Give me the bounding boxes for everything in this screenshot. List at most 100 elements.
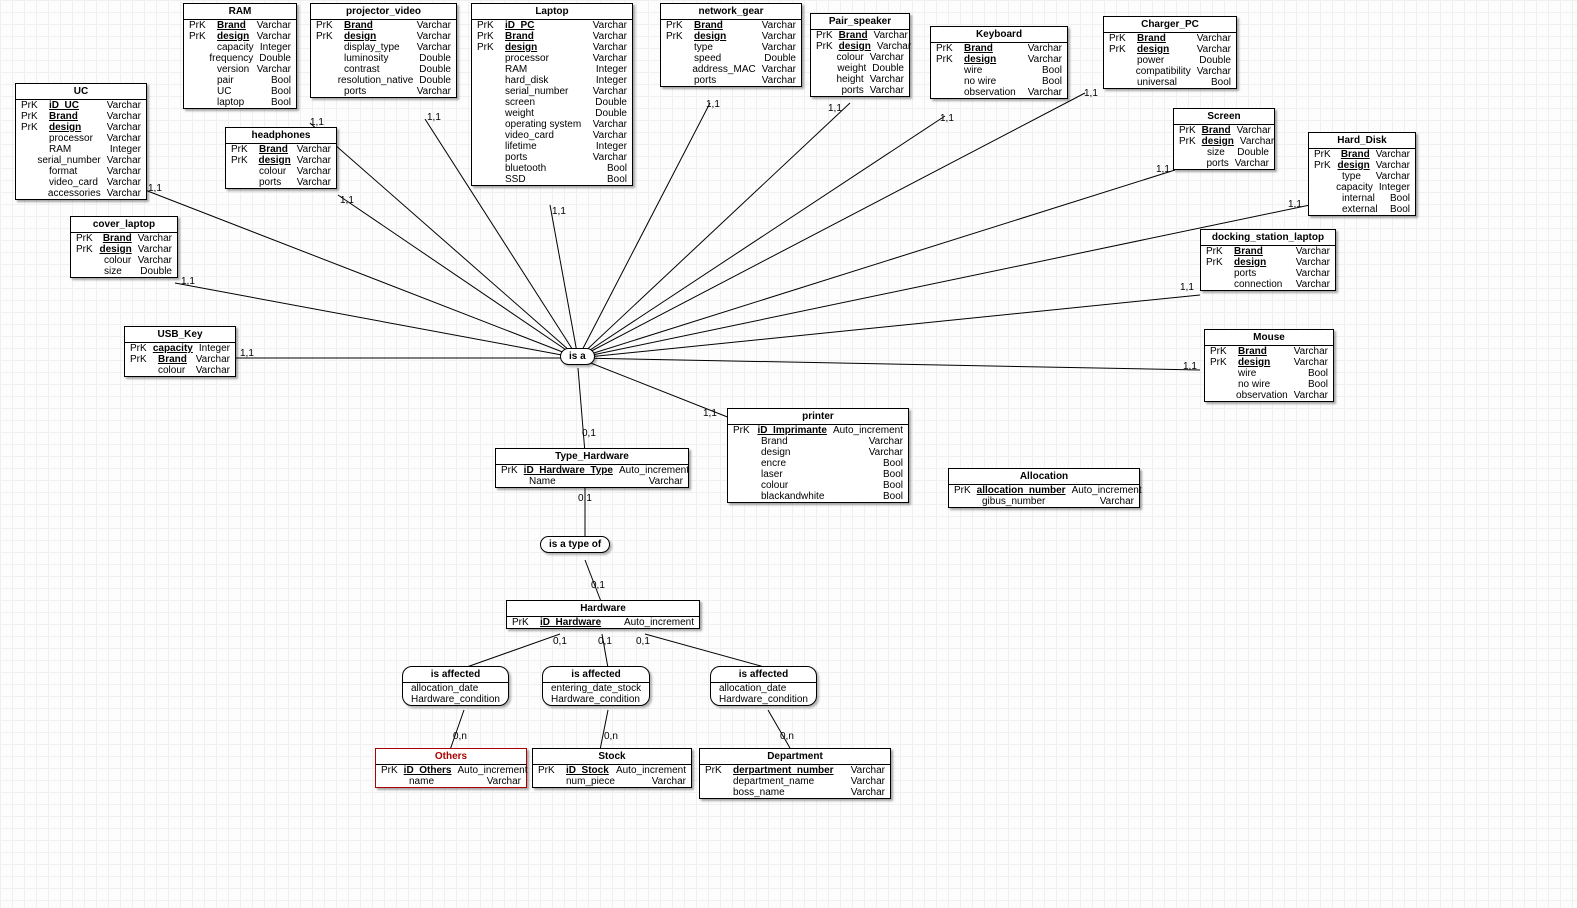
- entity-hardware[interactable]: HardwarePrKiD_HardwareAuto_increment: [506, 600, 700, 629]
- entity-allocation[interactable]: AllocationPrKallocation_numberAuto_incre…: [948, 468, 1140, 508]
- attribute-row: sizeDouble: [71, 266, 177, 277]
- entity-mouse[interactable]: MousePrKBrandVarcharPrKdesignVarcharwire…: [1204, 329, 1334, 402]
- attribute-row: PrKallocation_numberAuto_increment: [949, 485, 1139, 496]
- attribute-row: PrKdesignVarchar: [1205, 357, 1333, 368]
- attribute-row: wireBool: [931, 65, 1067, 76]
- entity-laptop[interactable]: LaptopPrKiD_PCVarcharPrKBrandVarcharPrKd…: [471, 3, 633, 186]
- entity-title: network_gear: [661, 4, 801, 20]
- entity-title: Laptop: [472, 4, 632, 20]
- attribute-row: formatVarchar: [16, 166, 146, 177]
- entity-type-hardware[interactable]: Type_HardwarePrKiD_Hardware_TypeAuto_inc…: [495, 448, 689, 488]
- attribute-row: PrKBrandVarchar: [661, 20, 801, 31]
- entity-title: Stock: [533, 749, 691, 765]
- attribute-row: PrKdesignVarchar: [16, 122, 146, 133]
- relation-is-affected-others[interactable]: is affected allocation_date Hardware_con…: [402, 666, 509, 706]
- card-hw-a2: 0,1: [598, 636, 612, 647]
- attribute-row: SSDBool: [472, 174, 632, 185]
- attribute-row: speedDouble: [661, 53, 801, 64]
- card-screen: 1,1: [1156, 164, 1170, 175]
- attribute-row: compatibilityVarchar: [1104, 66, 1236, 77]
- entity-uc[interactable]: UCPrKiD_UCVarcharPrKBrandVarcharPrKdesig…: [15, 83, 147, 200]
- entity-projector-video[interactable]: projector_videoPrKBrandVarcharPrKdesignV…: [310, 3, 457, 98]
- attribute-row: PrKiD_PCVarchar: [472, 20, 632, 31]
- attribute-row: blackandwhiteBool: [728, 491, 908, 502]
- card-headphones: 1,1: [340, 195, 354, 206]
- attribute-row: capacityInteger: [184, 42, 296, 53]
- attribute-row: nameVarchar: [376, 776, 526, 787]
- attribute-row: versionVarchar: [184, 64, 296, 75]
- relation-is-affected-stock[interactable]: is affected entering_date_stock Hardware…: [542, 666, 650, 706]
- attribute-row: lifetimeInteger: [472, 141, 632, 152]
- attribute-row: laserBool: [728, 469, 908, 480]
- entity-cover-laptop[interactable]: cover_laptopPrKBrandVarcharPrKdesignVarc…: [70, 216, 178, 278]
- entity-department[interactable]: DepartmentPrKderpartment_numberVarcharde…: [699, 748, 891, 799]
- attribute-row: portsVarchar: [1174, 158, 1274, 169]
- card-ram: 1,1: [310, 117, 324, 128]
- attribute-row: PrKiD_Hardware_TypeAuto_increment: [496, 465, 688, 476]
- attribute-row: no wireBool: [931, 76, 1067, 87]
- attribute-row: observationVarchar: [931, 87, 1067, 98]
- attribute-row: portsVarchar: [472, 152, 632, 163]
- relation-is-affected-department[interactable]: is affected allocation_date Hardware_con…: [710, 666, 817, 706]
- entity-stock[interactable]: StockPrKiD_StockAuto_incrementnum_pieceV…: [532, 748, 692, 788]
- attribute-row: contrastDouble: [311, 64, 456, 75]
- attribute-row: internalBool: [1309, 193, 1415, 204]
- attribute-row: portsVarchar: [311, 86, 456, 97]
- entity-ram[interactable]: RAMPrKBrandVarcharPrKdesignVarcharcapaci…: [183, 3, 297, 109]
- attribute-row: address_MACVarchar: [661, 64, 801, 75]
- attribute-row: capacityInteger: [1309, 182, 1415, 193]
- attribute-row: PrKdesignVarchar: [472, 42, 632, 53]
- attribute-row: bluetoothBool: [472, 163, 632, 174]
- entity-docking-station-laptop[interactable]: docking_station_laptopPrKBrandVarcharPrK…: [1200, 229, 1336, 291]
- attribute-row: typeVarchar: [1309, 171, 1415, 182]
- attribute-row: serial_numberVarchar: [16, 155, 146, 166]
- relation-is-a-type-of[interactable]: is a type of: [540, 536, 610, 553]
- entity-network-gear[interactable]: network_gearPrKBrandVarcharPrKdesignVarc…: [660, 3, 802, 87]
- entity-hard-disk[interactable]: Hard_DiskPrKBrandVarcharPrKdesignVarchar…: [1308, 132, 1416, 216]
- attribute-row: PrKdesignVarchar: [71, 244, 177, 255]
- entity-title: docking_station_laptop: [1201, 230, 1335, 246]
- attribute-row: portsVarchar: [1201, 268, 1335, 279]
- attribute-row: colourVarchar: [226, 166, 336, 177]
- entity-others[interactable]: OthersPrKiD_OthersAuto_incrementnameVarc…: [375, 748, 527, 788]
- attribute-row: num_pieceVarchar: [533, 776, 691, 787]
- attribute-row: PrKBrandVarchar: [1205, 346, 1333, 357]
- entity-title: projector_video: [311, 4, 456, 20]
- attribute-row: PrKBrandVarchar: [311, 20, 456, 31]
- attribute-row: PrKdesignVarchar: [1104, 44, 1236, 55]
- entity-charger-pc[interactable]: Charger_PCPrKBrandVarcharPrKdesignVarcha…: [1103, 16, 1237, 89]
- attribute-row: PrKdesignVarchar: [1174, 136, 1274, 147]
- attribute-row: portsVarchar: [811, 85, 909, 96]
- entity-title: RAM: [184, 4, 296, 20]
- attribute-row: designVarchar: [728, 447, 908, 458]
- attribute-row: colourVarchar: [811, 52, 909, 63]
- entity-title: cover_laptop: [71, 217, 177, 233]
- entity-title: Charger_PC: [1104, 17, 1236, 33]
- entity-pair-speaker[interactable]: Pair_speakerPrKBrandVarcharPrKdesignVarc…: [810, 13, 910, 97]
- entity-title: Allocation: [949, 469, 1139, 485]
- entity-keyboard[interactable]: KeyboardPrKBrandVarcharPrKdesignVarcharw…: [930, 26, 1068, 99]
- attribute-row: PrKiD_ImprimanteAuto_increment: [728, 425, 908, 436]
- attribute-row: PrKBrandVarchar: [931, 43, 1067, 54]
- entity-title: Screen: [1174, 109, 1274, 125]
- attribute-row: typeVarchar: [661, 42, 801, 53]
- card-uc: 1,1: [148, 183, 162, 194]
- attribute-row: gibus_numberVarchar: [949, 496, 1139, 507]
- attribute-row: powerDouble: [1104, 55, 1236, 66]
- attribute-row: PrKBrandVarchar: [184, 20, 296, 31]
- entity-usb-key[interactable]: USB_KeyPrKcapacityIntegerPrKBrandVarchar…: [124, 326, 236, 377]
- attribute-row: accessoriesVarchar: [16, 188, 146, 199]
- entity-title: UC: [16, 84, 146, 100]
- attribute-row: PrKBrandVarchar: [1201, 246, 1335, 257]
- attribute-row: BrandVarchar: [728, 436, 908, 447]
- attribute-row: PrKiD_OthersAuto_increment: [376, 765, 526, 776]
- entity-title: Hardware: [507, 601, 699, 617]
- attribute-row: processorVarchar: [472, 53, 632, 64]
- attribute-row: PrKBrandVarchar: [125, 354, 235, 365]
- entity-screen[interactable]: ScreenPrKBrandVarcharPrKdesignVarcharsiz…: [1173, 108, 1275, 170]
- entity-printer[interactable]: printerPrKiD_ImprimanteAuto_incrementBra…: [727, 408, 909, 503]
- relation-is-a[interactable]: is a: [560, 348, 595, 365]
- attribute-row: wireBool: [1205, 368, 1333, 379]
- entity-headphones[interactable]: headphonesPrKBrandVarcharPrKdesignVarcha…: [225, 127, 337, 189]
- attribute-row: encreBool: [728, 458, 908, 469]
